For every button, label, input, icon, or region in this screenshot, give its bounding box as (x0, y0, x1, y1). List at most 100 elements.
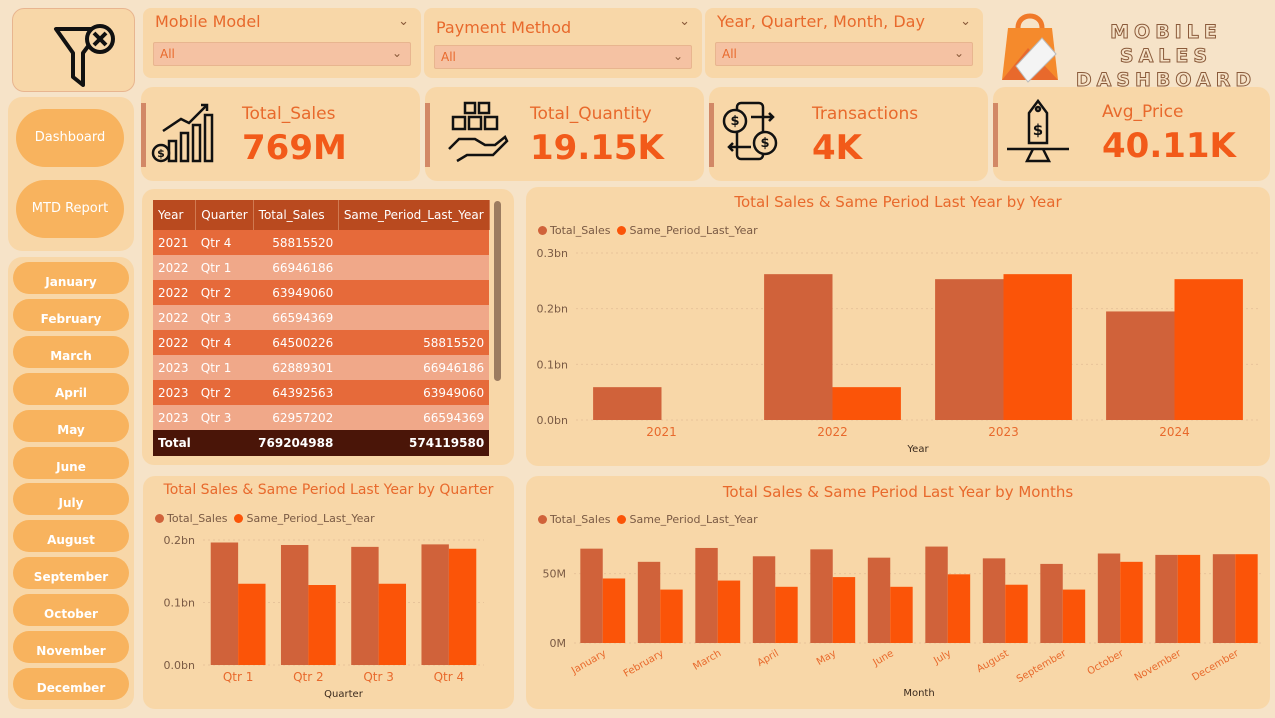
column-header[interactable]: Total_Sales (253, 200, 339, 230)
slicer-dropdown[interactable]: All ⌄ (153, 42, 411, 66)
table-cell: 2021 (153, 230, 196, 255)
x-tick-label: June (871, 648, 896, 669)
bar-total-sales (593, 387, 662, 420)
bar-total-sales (351, 546, 379, 665)
column-header[interactable]: Same_Period_Last_Year (338, 200, 490, 230)
kpi-label: Avg_Price (1102, 102, 1184, 122)
x-tick-label: 2023 (988, 425, 1019, 439)
x-tick-label: October (1086, 648, 1127, 678)
month-slicer-july[interactable]: July (13, 483, 129, 516)
bar-total-sales (867, 557, 891, 643)
y-tick-label: 0.0bn (537, 414, 568, 427)
month-slicer-march[interactable]: March (13, 335, 129, 368)
table-cell: 58815520 (338, 330, 490, 355)
bar-total-sales (810, 549, 833, 643)
chevron-down-icon[interactable]: ⌄ (679, 14, 690, 29)
y-tick-label: 0.2bn (164, 534, 195, 547)
bar-total-sales (210, 542, 239, 665)
table-row: 2021 Qtr 4 58815520 (153, 230, 490, 255)
month-slicer-january[interactable]: January (13, 262, 129, 294)
bar-same-period (890, 586, 913, 643)
month-bar-chart: 0M 50M January February March April May June Jul… (543, 546, 1264, 699)
table-cell: 2022 (153, 330, 196, 355)
x-tick-label: 2022 (817, 425, 848, 439)
slicer-dropdown[interactable]: All ⌄ (434, 45, 692, 69)
x-tick-label: July (931, 648, 953, 667)
slicer-dropdown[interactable]: All ⌄ (715, 42, 973, 66)
y-tick-label: 0.3bn (537, 247, 568, 260)
chart-by-quarter-card: Total Sales & Same Period Last Year by Q… (143, 476, 514, 709)
table-cell: 58815520 (253, 230, 339, 255)
month-slicer-february[interactable]: February (13, 298, 129, 331)
month-slicer-may[interactable]: May (13, 409, 129, 442)
dashboard-button[interactable]: Dashboard (16, 109, 124, 167)
filter-clear-icon (54, 24, 115, 87)
sales-table-card: Year Quarter Total_Sales Same_Period_Las… (142, 189, 514, 465)
month-slicer-april[interactable]: April (13, 372, 129, 405)
bar-total-sales (925, 546, 948, 643)
x-tick-label: Qtr 1 (223, 670, 254, 684)
month-slicer-november[interactable]: November (13, 631, 129, 663)
x-tick-label: March (691, 648, 723, 673)
slicer-payment-method[interactable]: Payment Method ⌄ All ⌄ (424, 8, 702, 78)
slicer-value: All (441, 50, 456, 64)
table-cell: 2023 (153, 405, 196, 430)
bar-same-period (775, 586, 798, 643)
bar-same-period (1062, 589, 1086, 643)
table-row: 2023 Qtr 2 64392563 63949060 (153, 380, 490, 405)
phone-dollar-exchange-icon: $ $ (722, 101, 778, 161)
kpi-accent (141, 103, 146, 167)
month-slicer-september[interactable]: September (13, 557, 129, 590)
bar-same-period (1003, 274, 1072, 420)
clear-filters-button[interactable] (12, 8, 135, 92)
kpi-card-total-sales: $ Total_Sales 769M (141, 87, 420, 181)
table-cell: Qtr 1 (195, 255, 254, 280)
column-header[interactable]: Year (153, 200, 197, 230)
bar-total-sales (982, 558, 1006, 643)
kpi-label: Total_Quantity (530, 104, 652, 124)
brand-line-1: MOBILE SALES (1110, 21, 1222, 68)
column-header[interactable]: Quarter (195, 200, 254, 230)
y-tick-label: 0.1bn (164, 597, 195, 610)
table-cell: 66946186 (338, 355, 490, 380)
kpi-card-avg-price: $ Avg_Price 40.11K (993, 87, 1270, 181)
bar-same-period (602, 578, 626, 643)
chevron-down-icon[interactable]: ⌄ (398, 14, 409, 29)
kpi-value: 19.15K (530, 128, 664, 168)
x-tick-label: 2021 (646, 425, 677, 439)
month-slicer-december[interactable]: December (13, 667, 129, 700)
bar-total-sales (421, 544, 449, 665)
bar-same-period (1174, 279, 1243, 420)
bar-total-sales (1040, 563, 1063, 643)
x-axis-label: Quarter (324, 689, 364, 700)
bar-total-sales (1097, 553, 1121, 643)
table-cell: 62889301 (253, 355, 339, 380)
month-slicer-june[interactable]: June (13, 446, 129, 479)
slicer-mobile-model[interactable]: Mobile Model ⌄ All ⌄ (143, 8, 421, 78)
bar-same-period (238, 583, 266, 665)
x-tick-label: Qtr 2 (293, 670, 324, 684)
kpi-accent (425, 103, 430, 167)
table-cell: Qtr 4 (195, 230, 254, 255)
bar-total-sales (935, 279, 1004, 420)
chevron-down-icon[interactable]: ⌄ (960, 14, 971, 29)
table-cell: Qtr 3 (195, 305, 254, 330)
table-total-cell: 574119580 (338, 430, 490, 456)
table-scrollbar[interactable] (494, 201, 501, 381)
slicer-value: All (160, 47, 175, 61)
bar-total-sales (280, 545, 309, 665)
table-cell: Qtr 4 (195, 330, 254, 355)
x-tick-label: August (975, 648, 1011, 675)
mtd-report-button[interactable]: MTD Report (16, 180, 124, 238)
table-total-cell: 769204988 (253, 430, 339, 456)
x-tick-label: Qtr 4 (434, 670, 465, 684)
x-tick-label: November (1133, 648, 1184, 684)
month-slicer-october[interactable]: October (13, 594, 129, 627)
month-slicer-august[interactable]: August (13, 520, 129, 553)
x-tick-label: February (622, 648, 666, 680)
chart-by-month-card: Total Sales & Same Period Last Year by M… (526, 476, 1270, 709)
kpi-value: 769M (242, 128, 347, 168)
bar-total-sales (1106, 311, 1175, 420)
slicer-date-hierarchy[interactable]: Year, Quarter, Month, Day ⌄ All ⌄ (705, 8, 983, 78)
table-cell: Qtr 2 (195, 380, 254, 405)
